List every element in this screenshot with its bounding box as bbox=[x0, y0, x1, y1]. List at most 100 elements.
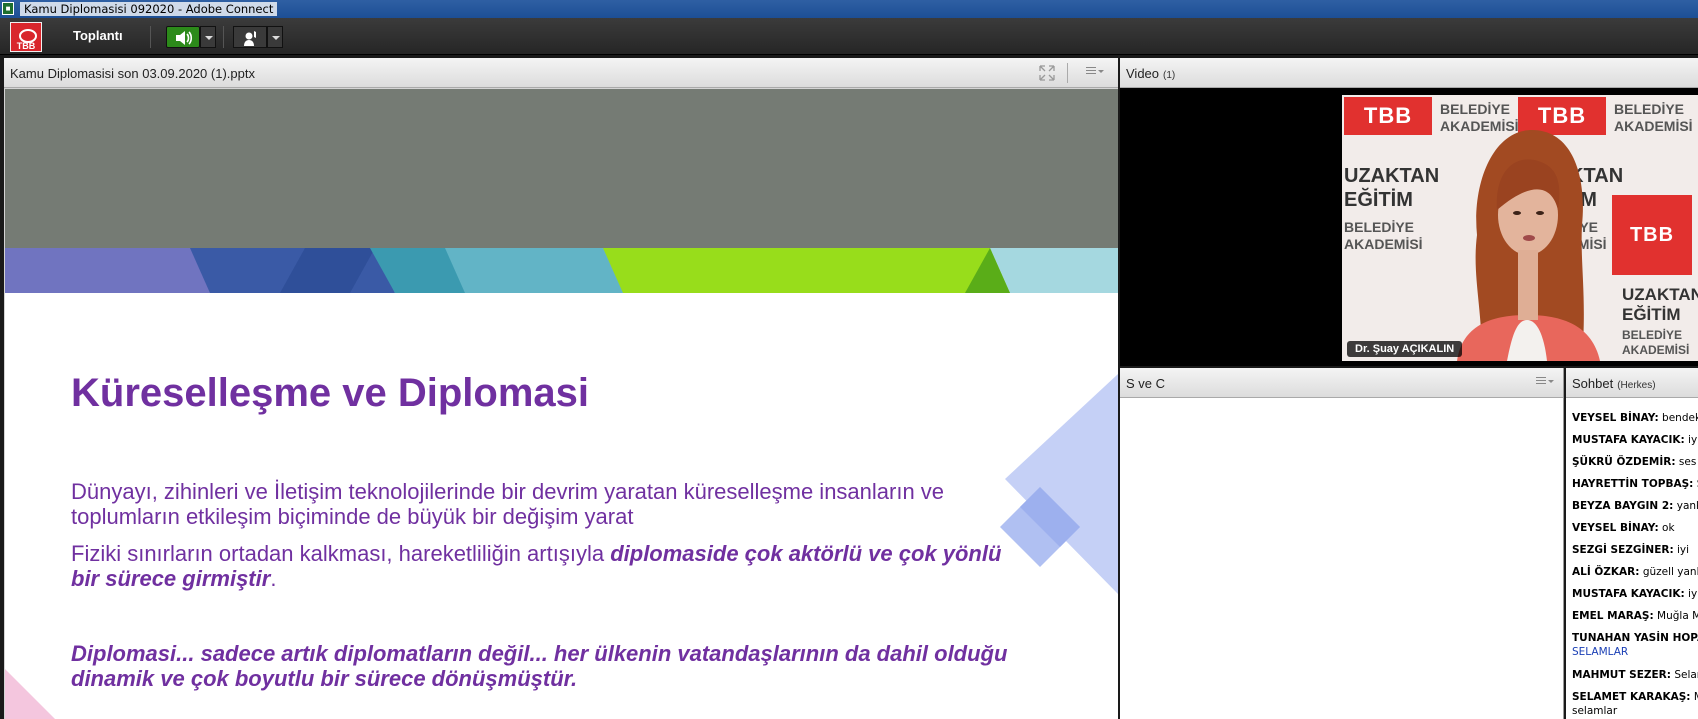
video-count: (1) bbox=[1163, 70, 1176, 81]
chat-sender: VEYSEL BİNAY: bbox=[1572, 522, 1659, 534]
video-pod-title: Video (1) bbox=[1126, 66, 1175, 81]
chat-message: TUNAHAN YASİN HOPA: SELAMLAR bbox=[1572, 632, 1698, 669]
wall-text-uzaktan: UZAKTAN bbox=[1344, 165, 1440, 187]
video-pod-title-text: Video bbox=[1126, 66, 1160, 81]
slide-paragraph-2-end: . bbox=[270, 566, 277, 591]
chat-text-continuation: selamlar bbox=[1572, 705, 1618, 717]
chat-sender: TUNAHAN YASİN HOPA: bbox=[1572, 632, 1698, 644]
chat-text: iyi h bbox=[1688, 588, 1698, 600]
chat-scope: (Herkes) bbox=[1617, 380, 1656, 391]
chat-text-continuation: SELAMLAR bbox=[1572, 646, 1629, 658]
chat-sender: SEZGİ SEZGİNER: bbox=[1572, 544, 1674, 556]
slide-header-band bbox=[5, 89, 1118, 248]
chat-message: ŞÜKRÜ ÖZDEMİR: ses ve bbox=[1572, 456, 1698, 478]
video-pod: Video (1) TBB TBB BELEDİYE AKADEMİSİ BELE… bbox=[1120, 58, 1698, 366]
raise-hand-button[interactable] bbox=[233, 26, 267, 48]
tbb-logo: TBB bbox=[10, 22, 42, 52]
meeting-menu[interactable]: Toplantı bbox=[73, 28, 123, 43]
chat-pod-header: Sohbet (Herkes) bbox=[1566, 368, 1698, 398]
chat-message: BEYZA BAYGIN 2: yankılı bbox=[1572, 500, 1698, 522]
chat-sender: HAYRETTİN TOPBAŞ: bbox=[1572, 478, 1694, 490]
chat-message: VEYSEL BİNAY: ok bbox=[1572, 522, 1698, 544]
wall-text-belediye: BELEDİYE bbox=[1622, 328, 1683, 342]
chat-sender: EMEL MARAŞ: bbox=[1572, 610, 1654, 622]
video-pod-header: Video (1) bbox=[1120, 58, 1698, 88]
wall-text-belediye: BELEDİYE bbox=[1344, 219, 1415, 235]
presenter-name-tag: Dr. Şuay AÇIKALIN bbox=[1347, 341, 1463, 357]
share-pod-header: Kamu Diplomasisi son 03.09.2020 (1).pptx bbox=[4, 58, 1118, 88]
chat-pod-title: Sohbet (Herkes) bbox=[1572, 376, 1656, 391]
chat-text: yankılı bbox=[1676, 500, 1698, 512]
presentation-slide: Küreselleşme ve Diplomasi Dünyayı, zihin… bbox=[5, 89, 1118, 719]
slide-title: Küreselleşme ve Diplomasi bbox=[71, 371, 590, 415]
chat-message: SELAMET KARAKAŞ: Me selamlar bbox=[1572, 691, 1698, 719]
presenter-video[interactable]: TBB TBB BELEDİYE AKADEMİSİ BELEDİYE AKAD… bbox=[1342, 95, 1698, 361]
slide-paragraph-2: Fiziki sınırların ortadan kalkması, hare… bbox=[71, 541, 1011, 591]
chat-message: EMEL MARAŞ: Muğla Mer bbox=[1572, 610, 1698, 632]
chat-message: VEYSEL BİNAY: bendeki b bbox=[1572, 412, 1698, 434]
chat-sender: BEYZA BAYGIN 2: bbox=[1572, 500, 1674, 512]
chat-message: ALİ ÖZKAR: güzell yankı bbox=[1572, 566, 1698, 588]
speaker-button[interactable] bbox=[166, 26, 200, 48]
fullscreen-icon[interactable] bbox=[1039, 65, 1055, 81]
wall-tbb-logo: TBB bbox=[1344, 97, 1432, 135]
chat-sender: ŞÜKRÜ ÖZDEMİR: bbox=[1572, 456, 1676, 468]
wall-tbb-logo: TBB bbox=[1612, 195, 1692, 275]
chat-text: ses ve bbox=[1678, 456, 1698, 468]
chat-pod-title-text: Sohbet bbox=[1572, 376, 1614, 391]
wall-text-akademisi: AKADEMİSİ bbox=[1344, 236, 1423, 252]
slide-paragraph-2-text: Fiziki sınırların ortadan kalkması, hare… bbox=[71, 541, 611, 566]
chat-text: iyi bbox=[1677, 544, 1690, 556]
chat-message-list[interactable]: VEYSEL BİNAY: bendeki b MUSTAFA KAYACIK:… bbox=[1572, 412, 1698, 719]
chat-sender: MUSTAFA KAYACIK: bbox=[1572, 588, 1685, 600]
toolbar-divider bbox=[150, 26, 151, 48]
chat-sender: VEYSEL BİNAY: bbox=[1572, 412, 1659, 424]
raise-hand-icon bbox=[244, 31, 256, 46]
chat-sender: MAHMUT SEZER: bbox=[1572, 669, 1671, 681]
wall-text-akademisi: AKADEMİSİ bbox=[1614, 118, 1693, 134]
wall-text-belediye: BELEDİYE bbox=[1440, 101, 1511, 117]
wall-text-uzaktan: UZAKTAN bbox=[1622, 285, 1698, 304]
slide-paragraph-1: Dünyayı, zihinleri ve İletişim teknoloji… bbox=[71, 479, 945, 529]
slide-color-stripes bbox=[5, 248, 1118, 293]
chat-pod: Sohbet(Herkes) VEYSEL BİNAY: bendeki b M… bbox=[1566, 368, 1698, 719]
qa-pod: S ve C bbox=[1120, 368, 1564, 719]
chat-message: SEZGİ SEZGİNER: iyi bbox=[1572, 544, 1698, 566]
chat-text: bendeki b bbox=[1662, 412, 1698, 424]
qa-pod-title: S ve C bbox=[1126, 376, 1166, 391]
chat-text: güzell yankı bbox=[1642, 566, 1698, 578]
presenter-figure bbox=[1457, 130, 1600, 361]
qa-pod-header: S ve C bbox=[1120, 368, 1563, 398]
pod-options-menu-icon[interactable] bbox=[1536, 377, 1554, 389]
pod-options-menu-icon[interactable] bbox=[1086, 67, 1104, 79]
wall-text-belediye: BELEDİYE bbox=[1614, 101, 1685, 117]
share-pod-title: Kamu Diplomasisi son 03.09.2020 (1).pptx bbox=[10, 66, 255, 81]
chat-text: iyi h bbox=[1688, 434, 1698, 446]
chat-sender: ALİ ÖZKAR: bbox=[1572, 566, 1640, 578]
chat-sender: SELAMET KARAKAŞ: bbox=[1572, 691, 1691, 703]
speaker-icon bbox=[176, 31, 193, 45]
chat-text: Me bbox=[1694, 691, 1698, 703]
wall-text-egitim: EĞİTİM bbox=[1622, 305, 1681, 324]
share-pod: Kamu Diplomasisi son 03.09.2020 (1).pptx… bbox=[4, 58, 1118, 719]
window-title-bar: ■ Kamu Diplomasisi 092020 - Adobe Connec… bbox=[0, 0, 1698, 18]
status-dropdown-button[interactable] bbox=[267, 26, 283, 48]
window-title: Kamu Diplomasisi 092020 - Adobe Connect bbox=[20, 2, 278, 16]
speaker-dropdown-button[interactable] bbox=[200, 26, 216, 48]
meeting-toolbar: TBB Toplantı bbox=[0, 18, 1698, 55]
header-divider bbox=[1067, 63, 1068, 83]
wall-text-akademisi: AKADEMİSİ bbox=[1622, 343, 1690, 357]
toolbar-divider bbox=[223, 26, 224, 48]
slide-decoration-diamonds bbox=[1000, 374, 1118, 594]
chat-sender: MUSTAFA KAYACIK: bbox=[1572, 434, 1685, 446]
chat-message: MUSTAFA KAYACIK: iyi h bbox=[1572, 588, 1698, 610]
chat-text: ok bbox=[1662, 522, 1675, 534]
slide-decoration-corner bbox=[5, 669, 55, 719]
chat-text: Selamla bbox=[1674, 669, 1698, 681]
adobe-connect-app-icon: ■ bbox=[2, 2, 14, 15]
wall-text-egitim: EĞİTİM bbox=[1344, 189, 1413, 211]
chat-message: MAHMUT SEZER: Selamla bbox=[1572, 669, 1698, 691]
slide-paragraph-3: Diplomasi... sadece artık diplomatların … bbox=[71, 641, 1008, 691]
chat-message: HAYRETTİN TOPBAŞ: SE bbox=[1572, 478, 1698, 500]
chat-message: MUSTAFA KAYACIK: iyi h bbox=[1572, 434, 1698, 456]
